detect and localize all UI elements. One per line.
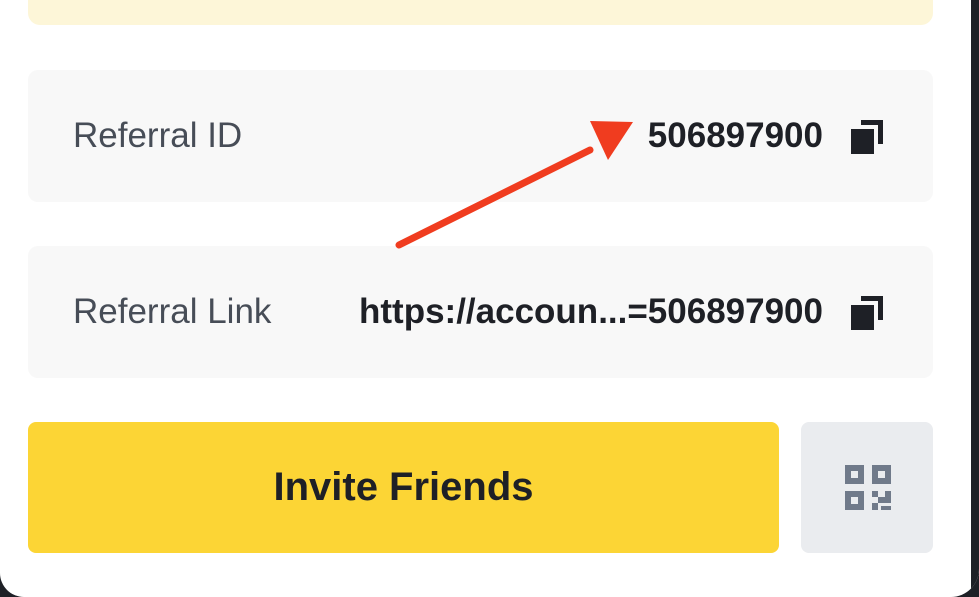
qr-code-button[interactable] <box>801 422 933 553</box>
referral-screen: Referral ID 506897900 Referral Link http… <box>0 0 979 597</box>
device-frame-edge <box>971 0 979 597</box>
invite-friends-button[interactable]: Invite Friends <box>28 422 779 553</box>
referral-id-label: Referral ID <box>73 116 243 155</box>
copy-icon <box>851 296 883 330</box>
referral-id-value: 506897900 <box>647 116 823 155</box>
notice-banner <box>28 0 933 25</box>
referral-link-row: Referral Link https://accoun...=50689790… <box>28 246 933 378</box>
referral-id-row: Referral ID 506897900 <box>28 70 933 202</box>
qr-code-icon <box>845 465 891 510</box>
copy-referral-id-button[interactable] <box>851 120 883 154</box>
referral-link-label: Referral Link <box>73 292 272 331</box>
copy-icon <box>851 120 883 154</box>
copy-referral-link-button[interactable] <box>851 296 883 330</box>
referral-link-value: https://accoun...=506897900 <box>359 292 823 331</box>
